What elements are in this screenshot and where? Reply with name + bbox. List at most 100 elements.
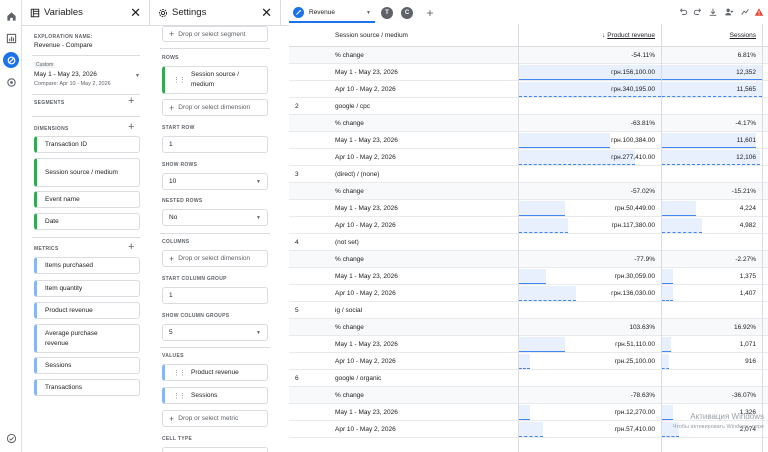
share-user-icon[interactable] [723, 6, 735, 18]
home-icon[interactable] [3, 8, 19, 24]
row-label: ig / social [335, 307, 363, 314]
admin-check-icon[interactable] [3, 430, 19, 446]
table-row[interactable]: Apr 10 - May 2, 2026 грн.277,410.00 12,106 [289, 149, 768, 166]
nested-rows-select[interactable]: No ▼ [162, 209, 268, 226]
download-icon[interactable] [707, 6, 719, 18]
variables-icon [30, 8, 40, 17]
variables-panel: Variables ✕ EXPLORATION NAME: Revenue - … [22, 0, 150, 452]
header-product-revenue[interactable]: ↓ Product revenue [519, 24, 661, 47]
table-row[interactable]: May 1 - May 23, 2026 грн.156,100.00 12,352 [289, 64, 768, 81]
row-label: May 1 - May 23, 2026 [335, 273, 398, 280]
reports-icon[interactable] [3, 30, 19, 46]
values-drop-zone[interactable]: + Drop or select metric [162, 410, 268, 427]
table-dimension-row[interactable]: 6 google / organic [289, 370, 768, 387]
table-dimension-row[interactable]: 4 (not set) [289, 234, 768, 251]
tab-dropdown-icon[interactable]: ▼ [366, 10, 371, 16]
show-rows-select[interactable]: 10 ▼ [162, 173, 268, 190]
table-row[interactable]: % change -77.9% -2.27% [289, 251, 768, 268]
add-tab-icon[interactable]: + [421, 4, 439, 22]
sessions-cell: 16.92% [733, 324, 756, 331]
revenue-cell [519, 166, 661, 183]
rows-label: ROWS [162, 55, 179, 61]
sessions-cell [662, 98, 762, 115]
drag-handle-icon[interactable]: ⋮⋮ [173, 392, 186, 400]
metric-chip-sessions[interactable]: Sessions [34, 357, 140, 374]
table-row[interactable]: Apr 10 - May 2, 2026 грн.117,380.00 4,982 [289, 217, 768, 234]
add-dimension-icon[interactable]: + [128, 122, 134, 133]
table-row[interactable]: % change -63.81% -4.17% [289, 115, 768, 132]
drag-handle-icon[interactable]: ⋮⋮ [173, 369, 186, 377]
metric-chip-product-revenue[interactable]: Product revenue [34, 302, 140, 319]
sessions-cell: 1,407 [739, 290, 756, 297]
sessions-cell: 6.81% [737, 52, 756, 59]
start-column-group-input[interactable]: 1 [162, 287, 268, 304]
table-row[interactable]: May 1 - May 23, 2026 грн.30,059.00 1,375 [289, 268, 768, 285]
table-row[interactable]: % change 103.63% 16.92% [289, 319, 768, 336]
values-chip-sessions[interactable]: ⋮⋮ Sessions [162, 387, 268, 404]
metric-chip-transactions[interactable]: Transactions [34, 379, 140, 396]
undo-icon[interactable] [677, 6, 689, 18]
table-row[interactable]: Apr 10 - May 2, 2026 грн.340,195.00 11,565 [289, 81, 768, 98]
tab-c[interactable]: C [401, 7, 413, 19]
metric-chip-label: Average purchase revenue [45, 329, 98, 347]
exploration-name-field[interactable]: Revenue - Compare [34, 42, 93, 49]
metric-chip-item-quantity[interactable]: Item quantity [34, 280, 140, 297]
dimension-chip-transaction-id[interactable]: Transaction ID [34, 136, 140, 153]
table-row[interactable]: May 1 - May 23, 2026 грн.51,110.00 1,071 [289, 336, 768, 353]
table-row[interactable]: May 1 - May 23, 2026 грн.50,449.00 4,224 [289, 200, 768, 217]
header-sessions-label: Sessions [729, 32, 756, 39]
dimension-chip-date[interactable]: Date [34, 213, 140, 230]
dropdown-arrow-icon: ▼ [256, 214, 261, 221]
row-label: % change [335, 392, 364, 399]
values-chip-product-revenue[interactable]: ⋮⋮ Product revenue [162, 364, 268, 381]
row-number: 4 [295, 239, 299, 246]
table-row[interactable]: Apr 10 - May 2, 2026 грн.136,030.00 1,407 [289, 285, 768, 302]
redo-icon[interactable] [692, 6, 704, 18]
cell-type-select[interactable] [162, 447, 268, 452]
insights-icon[interactable] [739, 6, 751, 18]
table-row[interactable]: % change -54.11% 6.81% [289, 47, 768, 64]
drag-handle-icon[interactable]: ⋮⋮ [173, 76, 186, 84]
warning-icon[interactable] [753, 6, 765, 18]
header-session-source[interactable]: Session source / medium [335, 24, 515, 47]
nested-rows-value: No [169, 214, 178, 221]
revenue-cell: -57.02% [630, 188, 655, 195]
start-row-input[interactable]: 1 [162, 136, 268, 153]
rows-drop-zone[interactable]: + Drop or select dimension [162, 99, 268, 116]
close-variables-icon[interactable]: ✕ [130, 6, 141, 19]
add-metric-icon[interactable]: + [128, 242, 134, 253]
settings-gear-icon [158, 8, 168, 17]
table-dimension-row[interactable]: 2 google / cpc [289, 98, 768, 115]
rows-chip-session-source[interactable]: ⋮⋮ Session source / medium [162, 66, 268, 94]
header-sessions[interactable]: Sessions [662, 24, 762, 47]
sessions-cell [662, 302, 762, 319]
close-settings-icon[interactable]: ✕ [261, 6, 272, 19]
table-row[interactable]: Apr 10 - May 2, 2026 грн.25,100.00 916 [289, 353, 768, 370]
sessions-cell: -36.07% [731, 392, 756, 399]
table-dimension-row[interactable]: 5 ig / social [289, 302, 768, 319]
add-segment-icon[interactable]: + [128, 96, 134, 107]
revenue-cell: грн.277,410.00 [611, 154, 655, 161]
advertising-icon[interactable] [3, 74, 19, 90]
segment-drop-zone[interactable]: + Drop or select segment [162, 26, 268, 42]
columns-label: COLUMNS [162, 239, 190, 245]
date-custom-label: Custom [34, 62, 56, 68]
columns-drop-zone[interactable]: + Drop or select dimension [162, 250, 268, 267]
table-row[interactable]: % change -57.02% -15.21% [289, 183, 768, 200]
table-row[interactable]: May 1 - May 23, 2026 грн.100,384.00 11,601 [289, 132, 768, 149]
explore-icon[interactable] [3, 52, 19, 68]
tab-t[interactable]: T [381, 7, 393, 19]
show-column-groups-select[interactable]: 5 ▼ [162, 324, 268, 341]
table-row[interactable]: % change -78.63% -36.07% [289, 387, 768, 404]
metric-chip-avg-purchase-revenue[interactable]: Average purchase revenue [34, 324, 140, 353]
metric-chip-label: Item quantity [45, 285, 83, 292]
metric-chip-items-purchased[interactable]: Items purchased [34, 257, 140, 274]
table-dimension-row[interactable]: 3 (direct) / (none) [289, 166, 768, 183]
revenue-cell [519, 234, 661, 251]
sessions-cell: 12,352 [736, 69, 756, 76]
date-range-picker[interactable]: Custom May 1 - May 23, 2026 Compare: Apr… [34, 62, 140, 92]
dimension-chip-event-name[interactable]: Event name [34, 191, 140, 208]
tab-revenue[interactable]: Revenue ▼ [289, 4, 375, 23]
start-column-group-label: START COLUMN GROUP [162, 276, 227, 282]
dimension-chip-session-source[interactable]: Session source / medium [34, 158, 140, 187]
